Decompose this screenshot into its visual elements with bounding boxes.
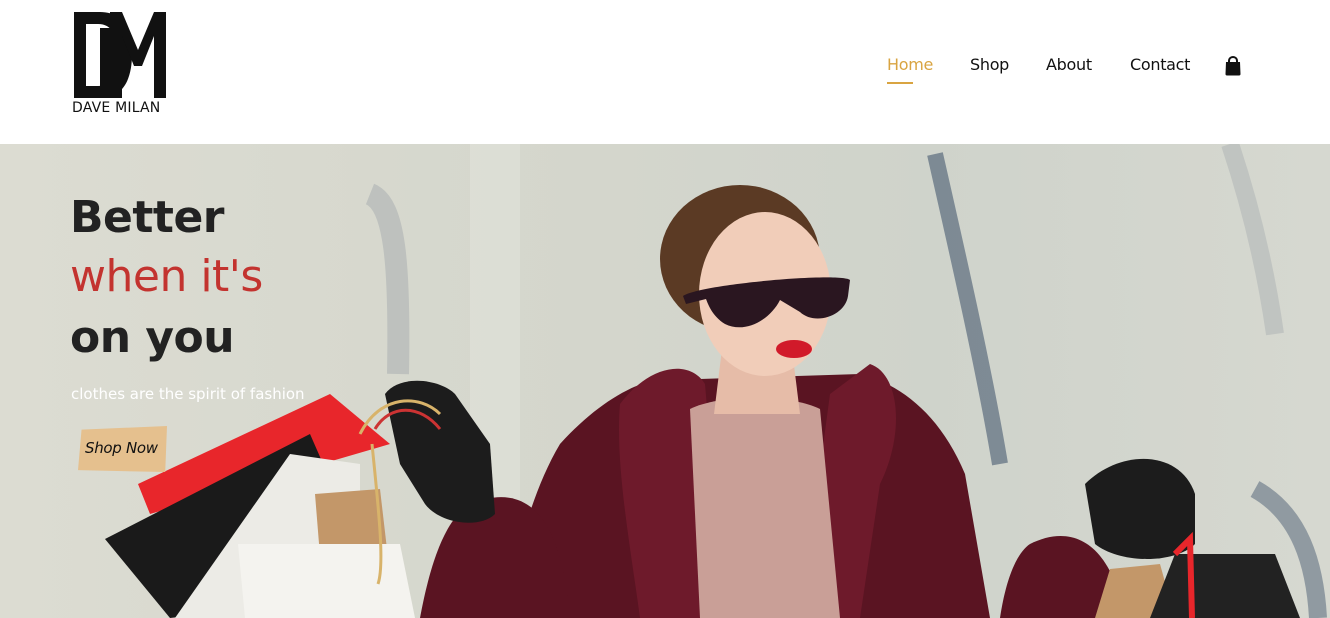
hero-headline-line2: when it's <box>70 251 263 302</box>
dm-monogram-icon <box>74 12 166 98</box>
hero-banner: Better when it's on you clothes are the … <box>0 144 1330 618</box>
hero-tagline: clothes are the spirit of fashion <box>71 385 305 403</box>
nav-about[interactable]: About <box>1046 55 1092 74</box>
shopping-bag-icon <box>1225 55 1241 76</box>
site-header: DAVE MILAN Home Shop About Contact <box>0 0 1330 144</box>
nav-home[interactable]: Home <box>887 55 933 84</box>
logo-text: DAVE MILAN <box>72 100 161 116</box>
cart-button[interactable] <box>1224 55 1242 76</box>
brand-logo[interactable]: DAVE MILAN <box>72 10 168 118</box>
hero-headline-line1: Better <box>70 192 225 243</box>
nav-contact[interactable]: Contact <box>1130 55 1190 74</box>
nav-shop[interactable]: Shop <box>970 55 1009 74</box>
shop-now-button[interactable]: Shop Now <box>78 426 167 472</box>
hero-headline-line3: on you <box>70 312 235 363</box>
shop-now-label: Shop Now <box>85 439 158 457</box>
